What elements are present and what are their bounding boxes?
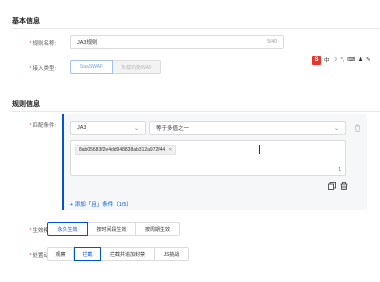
ime-logo-icon[interactable]: S bbox=[312, 55, 321, 65]
delete-condition-icon[interactable] bbox=[352, 123, 362, 133]
rule-info-title: 规则信息 bbox=[12, 101, 40, 108]
ime-toolbar: S 中 ☽ °, ⌨ ♟ ✎ bbox=[312, 55, 371, 65]
ime-keyboard-icon[interactable]: ⌨ bbox=[347, 57, 355, 63]
rule-name-input[interactable]: JA3规则 5/40 bbox=[70, 35, 284, 49]
action-block-ban-option[interactable]: 拦截并追加封禁 bbox=[101, 247, 155, 261]
rule-name-label: *规则名称: bbox=[29, 41, 56, 47]
condition-values-input[interactable]: 8ab05683f2e4dd948838ab312a972f44 ✕ 1 bbox=[70, 140, 346, 176]
rule-name-value: JA3规则 bbox=[77, 40, 98, 46]
value-tag-text: 8ab05683f2e4dd948838ab312a972f44 bbox=[79, 147, 166, 153]
condition-operator-select[interactable]: 等于多值之一 ⌄ bbox=[149, 121, 346, 135]
action-js-challenge-option[interactable]: JS挑战 bbox=[155, 247, 189, 261]
basic-info-title: 基本信息 bbox=[12, 18, 40, 25]
access-type-saas-option[interactable]: SaaSWAF bbox=[70, 60, 113, 74]
rule-name-counter: 5/40 bbox=[267, 39, 277, 45]
ime-punct-icon[interactable]: °, bbox=[340, 57, 344, 63]
clear-icon[interactable] bbox=[339, 181, 349, 191]
basic-info-divider bbox=[12, 28, 380, 29]
ime-tool-icon[interactable]: ✎ bbox=[366, 57, 371, 63]
effective-permanent-option[interactable]: 永久生效 bbox=[47, 222, 88, 236]
tag-close-icon[interactable]: ✕ bbox=[168, 147, 172, 153]
text-caret bbox=[259, 145, 260, 154]
condition-operator-value: 等于多值之一 bbox=[156, 126, 190, 132]
ime-chinese-toggle[interactable]: 中 bbox=[324, 56, 330, 64]
match-condition-label: *匹配条件: bbox=[29, 123, 56, 129]
ime-user-icon[interactable]: ♟ bbox=[358, 57, 363, 63]
chevron-down-icon: ⌄ bbox=[333, 125, 339, 132]
ime-moon-icon[interactable]: ☽ bbox=[333, 57, 338, 63]
effective-periodic-option[interactable]: 按周期生效 bbox=[136, 222, 180, 236]
access-type-clb-option[interactable]: 负载均衡WAF bbox=[113, 60, 161, 74]
tag-count: 1 bbox=[338, 167, 341, 173]
effective-time-range-option[interactable]: 按时间段生效 bbox=[88, 222, 136, 236]
condition-field-value: JA3 bbox=[77, 125, 87, 131]
add-and-condition-link[interactable]: + 添加「且」条件（1/5） bbox=[70, 200, 132, 208]
action-block-option[interactable]: 拦截 bbox=[74, 247, 101, 261]
value-tag: 8ab05683f2e4dd948838ab312a972f44 ✕ bbox=[75, 145, 177, 155]
rule-info-divider bbox=[12, 111, 380, 112]
action-group: 观察 拦截 拦截并追加封禁 JS挑战 bbox=[47, 247, 189, 261]
condition-field-select[interactable]: JA3 ⌄ bbox=[70, 121, 146, 135]
copy-icon[interactable] bbox=[327, 181, 337, 191]
access-type-label: *接入类型: bbox=[29, 66, 56, 72]
action-observe-option[interactable]: 观察 bbox=[47, 247, 74, 261]
chevron-down-icon: ⌄ bbox=[133, 125, 139, 132]
effective-mode-group: 永久生效 按时间段生效 按周期生效 bbox=[47, 222, 180, 236]
access-type-group: SaaSWAF 负载均衡WAF bbox=[70, 60, 161, 74]
rule-form-page: 基本信息 *规则名称: JA3规则 5/40 *接入类型: SaaSWAF 负载… bbox=[0, 0, 380, 282]
